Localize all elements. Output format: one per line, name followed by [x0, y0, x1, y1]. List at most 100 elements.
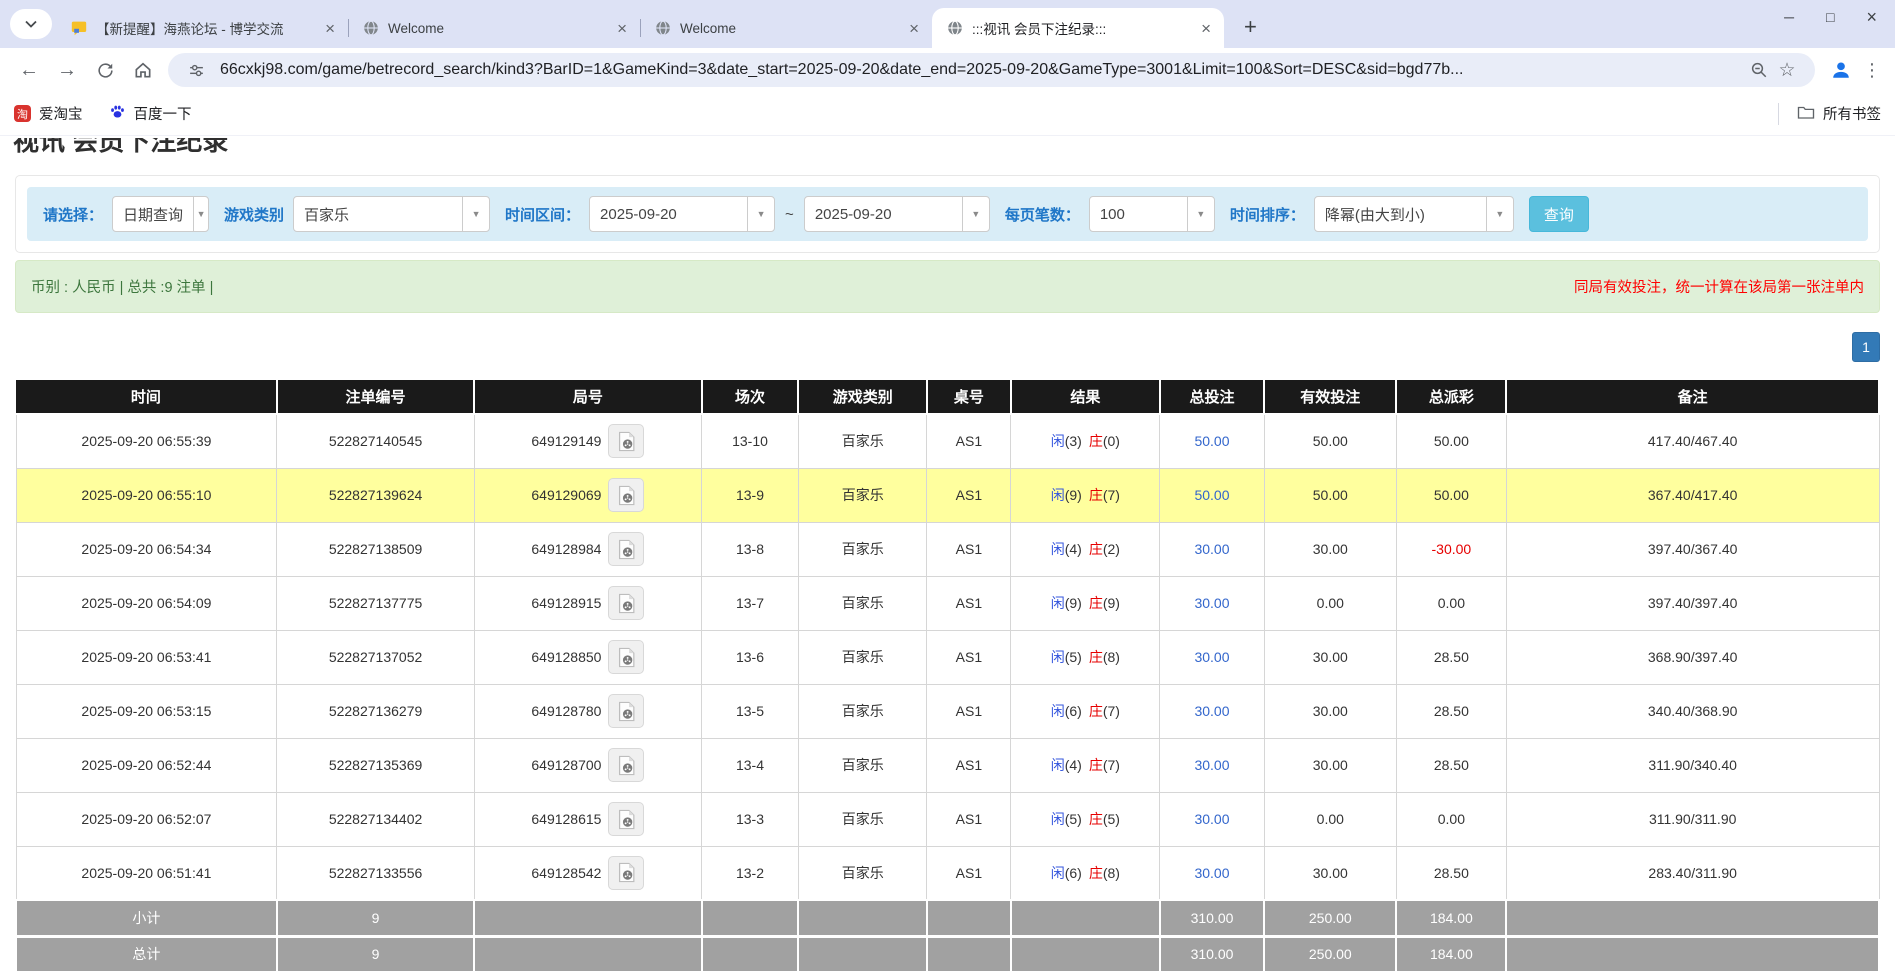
minimize-icon[interactable]: ─	[1784, 9, 1794, 25]
game-type-cell: 百家乐	[798, 468, 927, 522]
total-bet-link[interactable]: 50.00	[1160, 414, 1264, 468]
video-replay-button[interactable]	[608, 532, 644, 566]
page-button-1[interactable]: 1	[1852, 332, 1880, 362]
window-close-icon[interactable]: ×	[1866, 7, 1877, 28]
player-label: 闲	[1051, 757, 1065, 773]
video-replay-button[interactable]	[608, 478, 644, 512]
valid-bet-cell: 30.00	[1264, 684, 1396, 738]
total-bet-link[interactable]: 30.00	[1160, 738, 1264, 792]
total-bet-link[interactable]: 30.00	[1160, 522, 1264, 576]
banker-label: 庄	[1089, 649, 1103, 665]
search-button[interactable]: 查询	[1529, 196, 1589, 232]
valid-bet-cell: 30.00	[1264, 630, 1396, 684]
tab-search-button[interactable]	[10, 9, 52, 39]
filter-bar: 请选择： 日期查询 ▼ 游戏类别 百家乐 ▼ 时间区间： 2025-09-20 …	[27, 187, 1868, 241]
page-size-select[interactable]: 100 ▼	[1089, 196, 1215, 232]
all-bookmarks-button[interactable]: 所有书签	[1778, 103, 1881, 125]
game-type-cell: 百家乐	[798, 684, 927, 738]
bookmark-label: 爱淘宝	[39, 103, 83, 124]
game-type-cell: 百家乐	[798, 576, 927, 630]
date-range-label: 时间区间：	[505, 204, 580, 225]
round-cell: 649129069	[474, 468, 701, 522]
total-bet-link[interactable]: 30.00	[1160, 684, 1264, 738]
maximize-icon[interactable]: □	[1826, 9, 1834, 25]
total-bet-link[interactable]: 30.00	[1160, 846, 1264, 900]
site-settings-icon[interactable]	[182, 62, 210, 79]
total-bet-link[interactable]: 30.00	[1160, 576, 1264, 630]
url-text[interactable]: 66cxkj98.com/game/betrecord_search/kind3…	[220, 61, 1745, 79]
sort-select[interactable]: 降幂(由大到小) ▼	[1314, 196, 1514, 232]
player-score: (9)	[1065, 595, 1082, 611]
profile-avatar-icon[interactable]	[1823, 52, 1859, 88]
tab-forum[interactable]: 【新提醒】海燕论坛 - 博学交流 ×	[56, 8, 348, 48]
game-type-cell: 百家乐	[798, 522, 927, 576]
page-title-clip: 视讯 会员下注纪录	[13, 138, 1895, 159]
banker-score: (5)	[1103, 811, 1120, 827]
query-type-label: 请选择：	[43, 204, 103, 225]
query-type-select[interactable]: 日期查询 ▼	[112, 196, 209, 232]
chevron-down-icon[interactable]: ▼	[193, 197, 208, 231]
tab-welcome-1[interactable]: Welcome ×	[348, 8, 640, 48]
note-cell: 283.40/311.90	[1506, 846, 1879, 900]
zoom-out-icon[interactable]	[1745, 61, 1773, 79]
tab-welcome-2[interactable]: Welcome ×	[640, 8, 932, 48]
bookmark-taobao[interactable]: 淘 爱淘宝	[14, 103, 83, 124]
note-cell: 340.40/368.90	[1506, 684, 1879, 738]
chevron-down-icon[interactable]: ▼	[1187, 197, 1214, 231]
back-icon[interactable]: ←	[10, 52, 48, 88]
bookmark-star-icon[interactable]: ☆	[1773, 59, 1801, 82]
payout-cell: -30.00	[1396, 522, 1506, 576]
note-cell: 397.40/397.40	[1506, 576, 1879, 630]
total-bet-link[interactable]: 50.00	[1160, 468, 1264, 522]
note-cell: 311.90/340.40	[1506, 738, 1879, 792]
valid-bet-cell: 0.00	[1264, 792, 1396, 846]
summary-bar: 币别 : 人民币 | 总共 :9 注单 | 同局有效投注，统一计算在该局第一张注…	[15, 260, 1880, 313]
video-replay-button[interactable]	[608, 586, 644, 620]
player-label: 闲	[1051, 703, 1065, 719]
total-total-bet: 310.00	[1160, 936, 1264, 972]
round-cell: 649128700	[474, 738, 701, 792]
video-replay-button[interactable]	[608, 640, 644, 674]
menu-kebab-icon[interactable]: ⋮	[1859, 60, 1885, 81]
page-content: 视讯 会员下注纪录 请选择： 日期查询 ▼ 游戏类别 百家乐 ▼ 时间区间： 2…	[0, 138, 1895, 973]
total-bet-link[interactable]: 30.00	[1160, 792, 1264, 846]
game-type-cell: 百家乐	[798, 792, 927, 846]
video-replay-button[interactable]	[608, 694, 644, 728]
time-cell: 2025-09-20 06:53:41	[16, 630, 277, 684]
date-end-select[interactable]: 2025-09-20 ▼	[804, 196, 990, 232]
chevron-down-icon[interactable]: ▼	[747, 197, 774, 231]
tab-close-icon[interactable]: ×	[322, 20, 338, 37]
refresh-icon[interactable]	[86, 52, 124, 88]
date-start-select[interactable]: 2025-09-20 ▼	[589, 196, 775, 232]
forward-icon[interactable]: →	[48, 52, 86, 88]
video-replay-button[interactable]	[608, 424, 644, 458]
total-bet-link[interactable]: 30.00	[1160, 630, 1264, 684]
round-cell: 649128915	[474, 576, 701, 630]
payout-cell: 0.00	[1396, 792, 1506, 846]
game-type-select[interactable]: 百家乐 ▼	[293, 196, 490, 232]
col-result: 结果	[1011, 380, 1160, 414]
bookmark-baidu[interactable]: 百度一下	[109, 103, 192, 124]
tab-close-icon[interactable]: ×	[1198, 20, 1214, 37]
chevron-down-icon[interactable]: ▼	[462, 197, 489, 231]
notice-text: 同局有效投注，统一计算在该局第一张注单内	[1574, 276, 1864, 297]
banker-score: (9)	[1103, 595, 1120, 611]
tab-close-icon[interactable]: ×	[614, 20, 630, 37]
table-row: 2025-09-20 06:51:41 522827133556 6491285…	[16, 846, 1879, 900]
video-replay-button[interactable]	[608, 856, 644, 890]
player-label: 闲	[1051, 811, 1065, 827]
round-no: 649128542	[531, 865, 601, 881]
address-bar[interactable]: 66cxkj98.com/game/betrecord_search/kind3…	[168, 53, 1815, 87]
video-replay-button[interactable]	[608, 802, 644, 836]
video-replay-button[interactable]	[608, 748, 644, 782]
page-size-label: 每页笔数：	[1005, 204, 1080, 225]
total-payout: 184.00	[1396, 936, 1506, 972]
new-tab-button[interactable]: +	[1238, 14, 1263, 40]
tab-close-icon[interactable]: ×	[906, 20, 922, 37]
col-game-type: 游戏类别	[798, 380, 927, 414]
tab-bet-records[interactable]: :::视讯 会员下注纪录::: ×	[932, 8, 1224, 48]
chevron-down-icon[interactable]: ▼	[962, 197, 989, 231]
home-icon[interactable]	[124, 52, 162, 88]
round-cell: 649128984	[474, 522, 701, 576]
chevron-down-icon[interactable]: ▼	[1486, 197, 1513, 231]
